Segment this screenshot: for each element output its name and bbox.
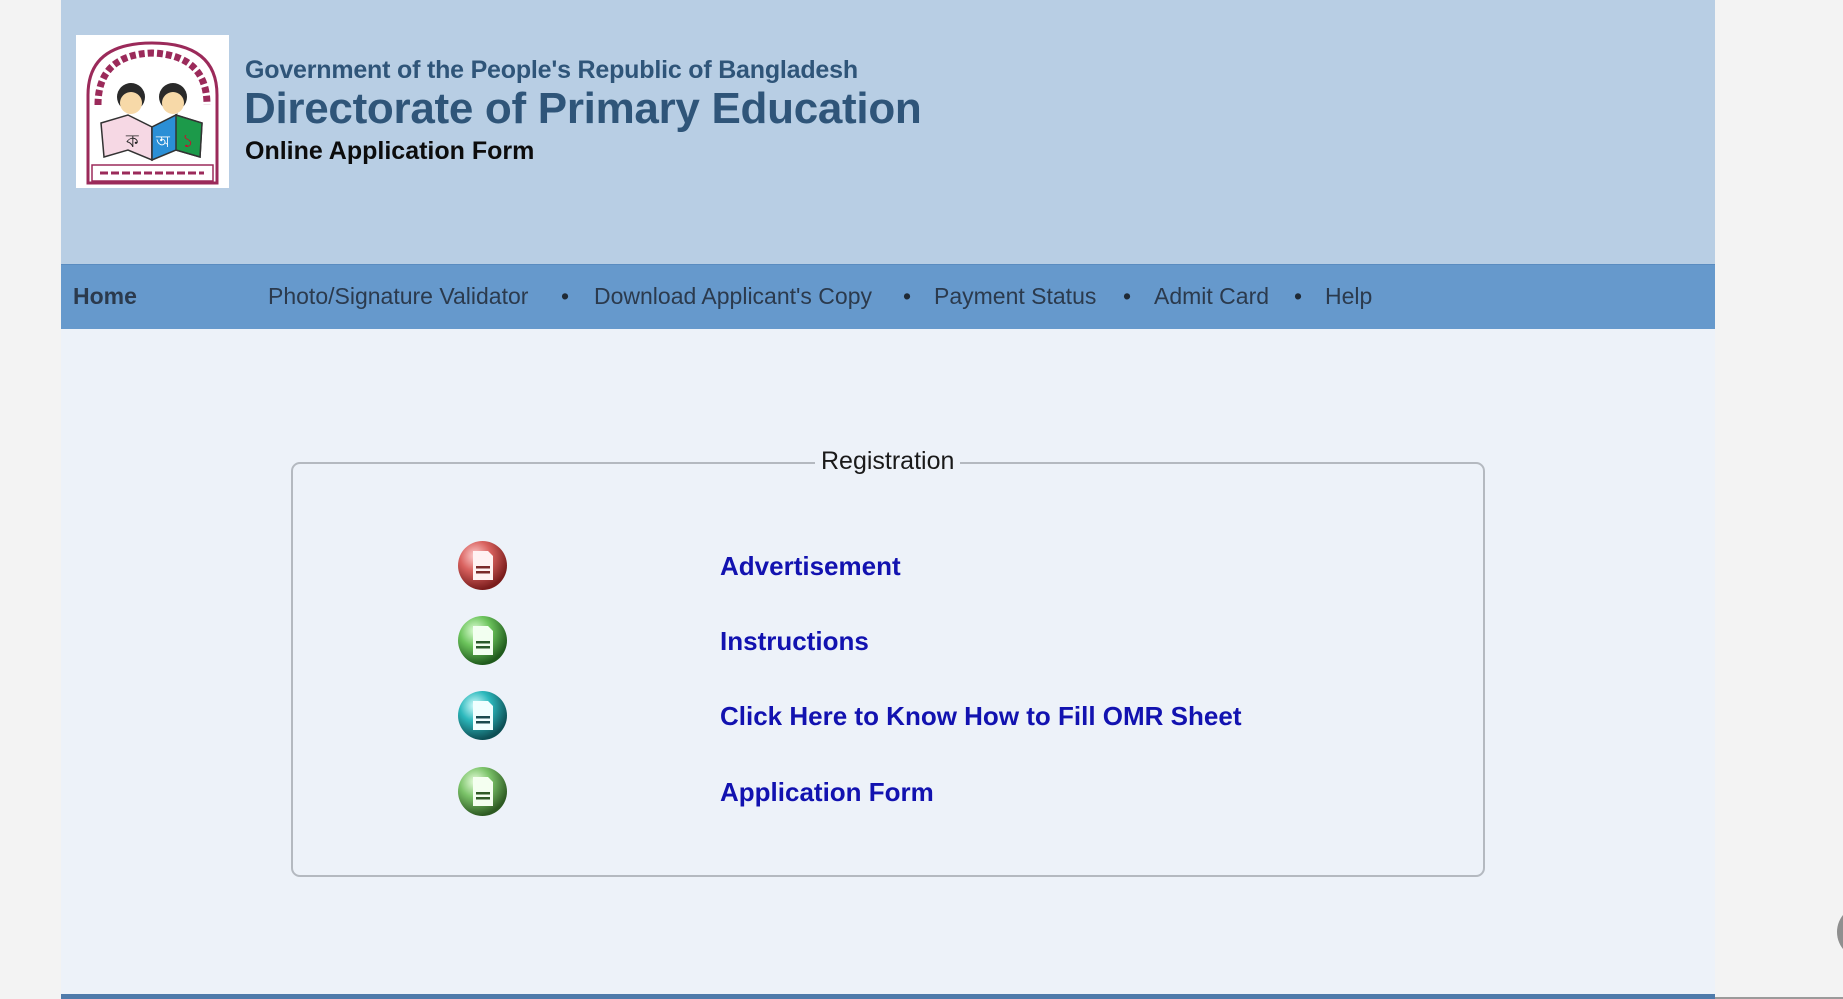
document-icon[interactable] [457,690,508,741]
dpe-logo: ক অ ১ [76,35,229,188]
nav-home[interactable]: Home [73,283,137,310]
document-icon[interactable] [457,766,508,817]
registration-item-omr-guide[interactable]: Click Here to Know How to Fill OMR Sheet [457,690,1357,742]
footer-bar [61,994,1715,999]
page-container: ক অ ১ Government of the People's Republi… [61,0,1715,999]
site-title: Directorate of Primary Education [244,84,922,133]
nav-separator: • [1294,283,1303,309]
logo-emblem-icon: ক অ ১ [76,35,229,188]
registration-item-instructions[interactable]: Instructions [457,615,1357,667]
svg-text:১: ১ [182,131,194,152]
registration-item-advertisement[interactable]: Advertisement [457,540,1357,592]
nav-separator: • [561,283,570,309]
application-form-link[interactable]: Application Form [720,777,934,808]
registration-item-application-form[interactable]: Application Form [457,766,1357,818]
registration-fieldset: Registration Advertisement Instructions … [291,447,1485,877]
document-icon[interactable] [457,540,508,591]
nav-photo-signature-validator[interactable]: Photo/Signature Validator [268,283,528,310]
document-icon[interactable] [457,615,508,666]
nav-separator: • [903,283,912,309]
nav-payment-status[interactable]: Payment Status [934,283,1096,310]
nav-help[interactable]: Help [1325,283,1372,310]
svg-text:ক: ক [125,131,139,152]
floating-action-button[interactable] [1837,905,1843,959]
omr-sheet-guide-link[interactable]: Click Here to Know How to Fill OMR Sheet [720,701,1242,732]
main-nav: Home Photo/Signature Validator • Downloa… [61,264,1715,329]
registration-legend: Registration [815,447,961,476]
instructions-link[interactable]: Instructions [720,626,869,657]
nav-admit-card[interactable]: Admit Card [1154,283,1269,310]
site-subtitle: Online Application Form [245,137,535,165]
government-title: Government of the People's Republic of B… [245,56,858,84]
nav-separator: • [1123,283,1132,309]
site-header: ক অ ১ Government of the People's Republi… [61,0,1715,264]
nav-download-applicants-copy[interactable]: Download Applicant's Copy [594,283,872,310]
svg-text:অ: অ [155,132,171,151]
advertisement-link[interactable]: Advertisement [720,551,901,582]
